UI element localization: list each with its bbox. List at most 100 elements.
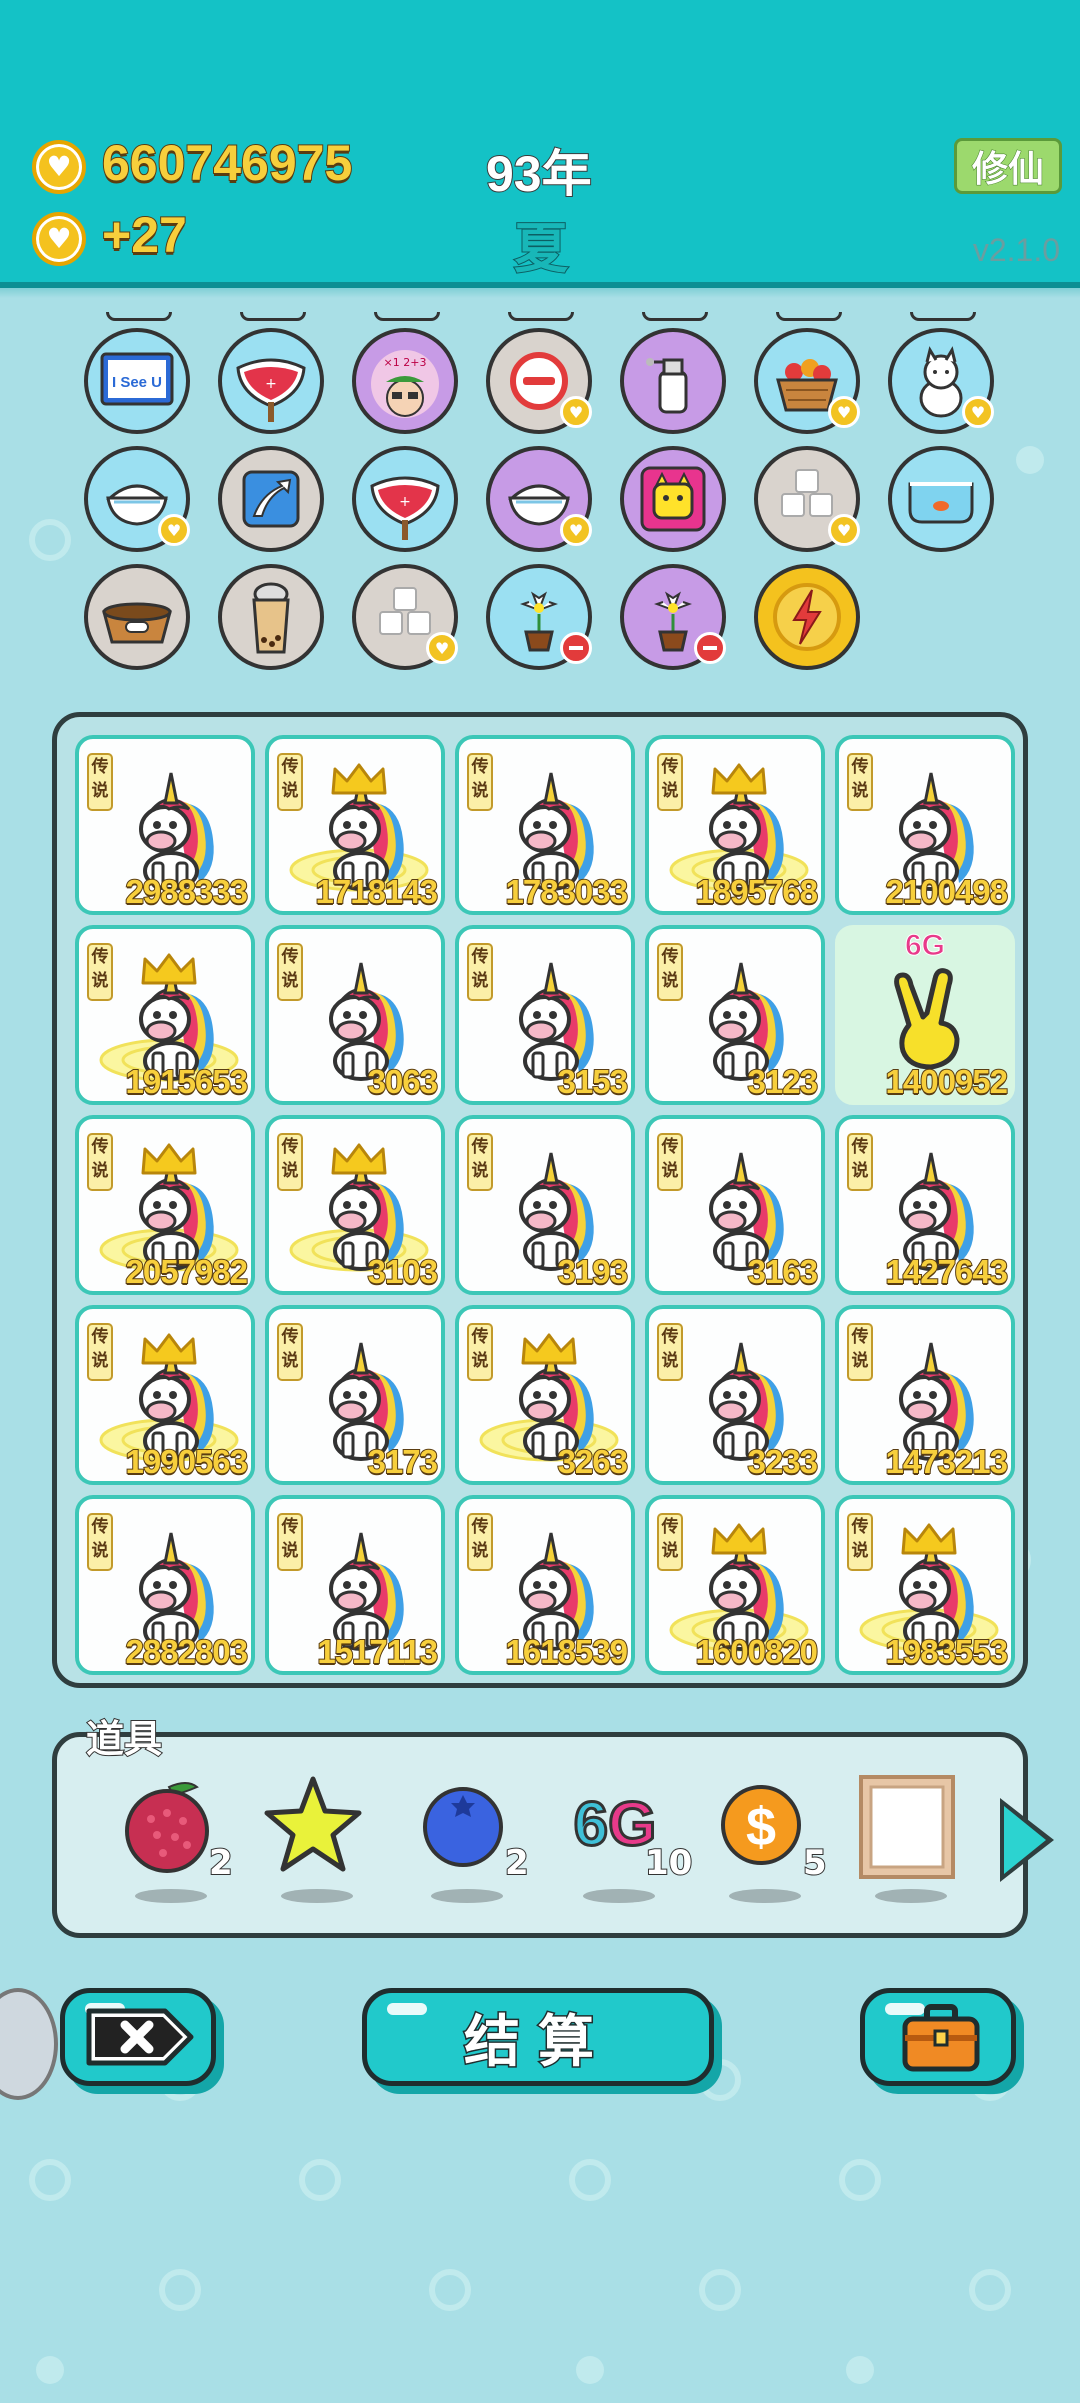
unicorn-cell[interactable]: 传说 1915653 xyxy=(75,925,255,1105)
cell-value: 3123 xyxy=(747,1062,819,1101)
owned-item[interactable] xyxy=(620,564,726,670)
heart-coin-icon: ♥ xyxy=(32,140,86,194)
item-shadow xyxy=(135,1889,207,1903)
owned-item[interactable] xyxy=(218,446,324,552)
heart-badge-icon: ♥ xyxy=(560,514,592,546)
props-next-arrow[interactable] xyxy=(1000,1798,1054,1882)
unicorn-cell[interactable]: 传说 3263 xyxy=(455,1305,635,1485)
unicorn-cell[interactable]: 传说 1990563 xyxy=(75,1305,255,1485)
owned-item[interactable] xyxy=(888,446,994,552)
cell-value: 2882803 xyxy=(125,1632,249,1671)
owned-item[interactable]: + xyxy=(218,328,324,434)
item-shadow xyxy=(875,1889,947,1903)
settle-button-label: 结算 xyxy=(463,2008,612,2076)
unicorn-cell[interactable]: 传说 1427643 xyxy=(835,1115,1015,1295)
unicorn-cell[interactable]: 传说 1618539 xyxy=(455,1495,635,1675)
prop-item[interactable] xyxy=(857,1773,967,1903)
unicorn-cell[interactable]: 传说 1718143 xyxy=(265,735,445,915)
legend-tag: 传说 xyxy=(277,1323,303,1381)
owned-item[interactable]: ♥ xyxy=(486,446,592,552)
unicorn-cell[interactable]: 传说 1783033 xyxy=(455,735,635,915)
briefcase-icon xyxy=(902,2004,980,2072)
item-shadow xyxy=(729,1889,801,1903)
special-6g-cell[interactable]: 6G 1400952 xyxy=(835,925,1015,1105)
unicorn-cell[interactable]: 传说 3103 xyxy=(265,1115,445,1295)
fish-tank-icon xyxy=(908,482,974,524)
unicorn-cell[interactable]: 传说 3063 xyxy=(265,925,445,1105)
heart-badge-icon: ♥ xyxy=(158,514,190,546)
yellow-creature-icon xyxy=(640,466,706,532)
unicorn-cell[interactable]: 传说 3233 xyxy=(645,1305,825,1485)
owned-item[interactable]: ♥ xyxy=(754,328,860,434)
cell-value: 1517113 xyxy=(316,1632,439,1671)
owned-item[interactable]: ♥ xyxy=(754,446,860,552)
prop-count: 2 xyxy=(504,1842,530,1884)
coin-total: 660746975 xyxy=(101,134,353,192)
owned-item[interactable]: ♥ xyxy=(888,328,994,434)
prop-item[interactable]: 2 xyxy=(413,1773,530,1903)
unicorn-cell[interactable]: 传说 3193 xyxy=(455,1115,635,1295)
owned-item[interactable] xyxy=(218,564,324,670)
legend-tag: 传说 xyxy=(847,753,873,811)
legend-tag: 传说 xyxy=(847,1513,873,1571)
player-avatar[interactable] xyxy=(0,1988,58,2100)
props-panel: 2 2 6G 10 $5 xyxy=(52,1732,1028,1938)
math-genius-icon: ×1 2+3 xyxy=(371,350,439,418)
prop-item[interactable]: $5 xyxy=(711,1773,828,1903)
heart-badge-icon: ♥ xyxy=(560,396,592,428)
legend-tag: 传说 xyxy=(847,1323,873,1381)
owned-item[interactable] xyxy=(620,446,726,552)
unicorn-cell[interactable]: 传说 2882803 xyxy=(75,1495,255,1675)
owned-item[interactable] xyxy=(754,564,860,670)
owned-item[interactable] xyxy=(486,564,592,670)
legend-tag: 传说 xyxy=(467,943,493,1001)
unicorn-cell[interactable]: 传说 1983553 xyxy=(835,1495,1015,1675)
crown-icon xyxy=(331,763,387,795)
cell-value: 3063 xyxy=(367,1062,439,1101)
delete-button[interactable] xyxy=(60,1988,216,2086)
unicorn-cell[interactable]: 传说 2988333 xyxy=(75,735,255,915)
legend-tag: 传说 xyxy=(467,753,493,811)
svg-text:6G: 6G xyxy=(574,1790,657,1859)
owned-item[interactable]: + xyxy=(352,446,458,552)
unicorn-cell[interactable]: 传说 1600820 xyxy=(645,1495,825,1675)
item-shadow xyxy=(431,1889,503,1903)
unicorn-cell[interactable]: 传说 3163 xyxy=(645,1115,825,1295)
owned-item[interactable]: ♥ xyxy=(486,328,592,434)
cell-value: 1915653 xyxy=(125,1062,249,1101)
lychee-icon xyxy=(125,1782,209,1873)
prop-item[interactable]: 2 xyxy=(117,1773,234,1903)
partial-item-edge xyxy=(508,312,574,321)
legend-tag: 传说 xyxy=(467,1323,493,1381)
unicorn-cell[interactable]: 传说 2057982 xyxy=(75,1115,255,1295)
props-title: 道具 xyxy=(85,1716,163,1762)
legend-tag: 传说 xyxy=(467,1133,493,1191)
owned-item[interactable] xyxy=(84,564,190,670)
owned-item[interactable] xyxy=(620,328,726,434)
owned-item[interactable]: ×1 2+3 xyxy=(352,328,458,434)
year-label: 93年 xyxy=(485,145,593,203)
prop-item[interactable]: 6G 10 xyxy=(565,1773,693,1903)
unicorn-cell[interactable]: 传说 3173 xyxy=(265,1305,445,1485)
unicorn-cell[interactable]: 传说 1473213 xyxy=(835,1305,1015,1485)
owned-item[interactable]: ♥ xyxy=(352,564,458,670)
cell-value: 3103 xyxy=(367,1252,439,1291)
unicorn-cell[interactable]: 传说 3153 xyxy=(455,925,635,1105)
owned-item[interactable]: I See U xyxy=(84,328,190,434)
owned-item[interactable]: ♥ xyxy=(84,446,190,552)
svg-text:×1 2+3: ×1 2+3 xyxy=(384,356,427,369)
heart-badge-icon: ♥ xyxy=(828,396,860,428)
unicorn-cell[interactable]: 传说 1517113 xyxy=(265,1495,445,1675)
cultivate-button[interactable]: 修仙 xyxy=(954,138,1062,194)
prop-count: 2 xyxy=(208,1842,234,1884)
season-label: 夏 xyxy=(513,218,569,280)
unicorn-cell[interactable]: 传说 1895768 xyxy=(645,735,825,915)
unicorn-cell[interactable]: 传说 3123 xyxy=(645,925,825,1105)
cell-value: 3153 xyxy=(557,1062,629,1101)
briefcase-button[interactable] xyxy=(860,1988,1016,2086)
legend-tag: 传说 xyxy=(277,1133,303,1191)
minus-badge-icon xyxy=(560,632,592,664)
unicorn-cell[interactable]: 传说 2100498 xyxy=(835,735,1015,915)
prop-item[interactable] xyxy=(263,1773,373,1903)
settle-button[interactable]: 结算 xyxy=(362,1988,714,2086)
